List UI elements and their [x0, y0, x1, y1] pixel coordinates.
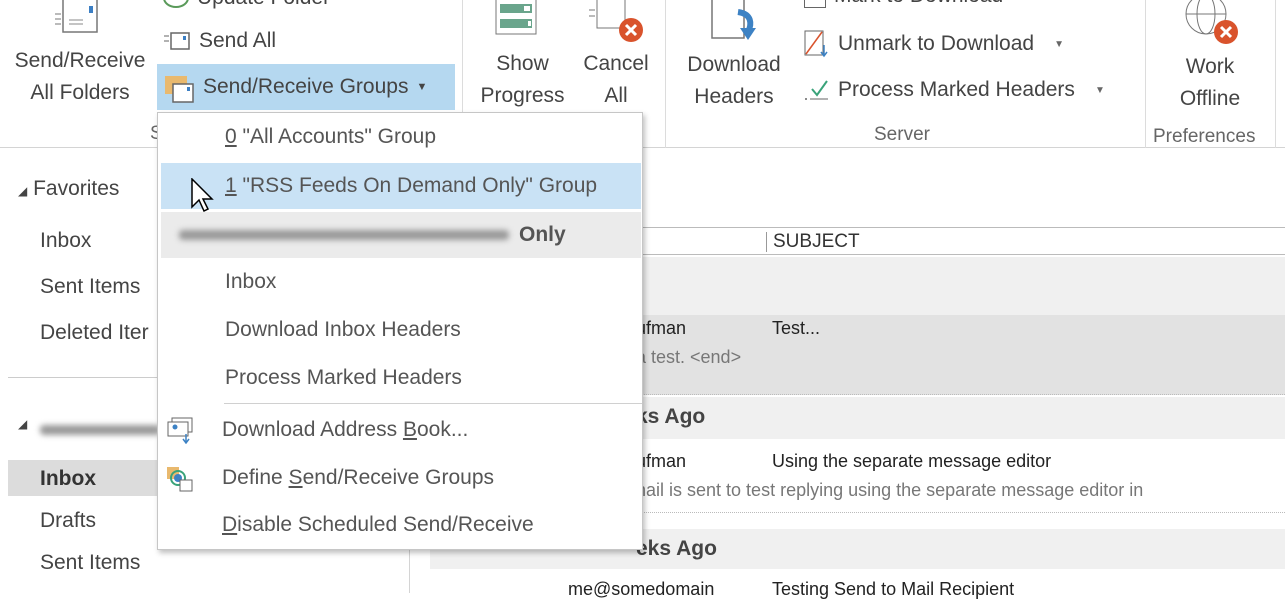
address-book-icon	[167, 417, 193, 444]
send-receive-all-label-1: Send/Receive	[14, 49, 146, 72]
message-subject: Using the separate message editor	[772, 451, 1052, 471]
message-preview: a test. <end>	[636, 347, 742, 367]
send-receive-groups-icon	[165, 76, 194, 103]
menu-item-process-marked-headers[interactable]: Process Marked Headers	[158, 355, 642, 401]
subject-column-header[interactable]: SUBJECT	[773, 231, 860, 253]
dropdown-arrow-icon: ▼	[1094, 84, 1105, 96]
work-offline-label-1: Work	[1185, 55, 1235, 78]
show-progress-label-1: Show	[496, 52, 549, 75]
cancel-all-icon	[589, 0, 643, 42]
favorite-sent-items[interactable]: Sent Items	[40, 275, 140, 299]
send-receive-all-folders-button[interactable]: Send/Receive All Folders	[5, 0, 155, 112]
group-header-label: eks Ago	[636, 537, 717, 560]
update-folder-button[interactable]: Update Folder	[163, 0, 330, 10]
account-drafts[interactable]: Drafts	[40, 509, 96, 533]
favorite-inbox[interactable]: Inbox	[40, 229, 91, 253]
work-offline-label-2: Offline	[1179, 87, 1241, 110]
send-all-icon	[164, 32, 190, 50]
show-progress-label-2: Progress	[480, 84, 565, 107]
account-inbox[interactable]: Inbox	[40, 467, 96, 491]
mark-to-download-button[interactable]: Mark to Download	[804, 0, 1003, 8]
menu-separator	[224, 403, 642, 404]
divider	[1275, 0, 1276, 148]
cancel-all-button[interactable]: Cancel All	[575, 0, 657, 112]
message-subject: Testing Send to Mail Recipient	[772, 579, 1015, 599]
group-header-label: ks Ago	[636, 405, 706, 428]
message-sender: ufman	[636, 451, 687, 471]
dropdown-arrow-icon: ▼	[1054, 38, 1064, 50]
download-headers-label-1: Download	[687, 53, 781, 76]
menu-item-disable-scheduled-send-receive[interactable]: Disable Scheduled Send/Receive	[158, 502, 642, 548]
mouse-cursor-icon	[191, 178, 214, 213]
download-headers-icon	[711, 0, 756, 40]
account-sent-items[interactable]: Sent Items	[40, 551, 140, 575]
account-email-redacted	[179, 230, 509, 240]
menu-item-define-send-receive-groups[interactable]: Define Send/Receive Groups	[158, 455, 642, 501]
work-offline-button[interactable]: Work Offline	[1150, 0, 1270, 118]
download-headers-label-2: Headers	[694, 85, 774, 108]
server-group-label: Server	[874, 124, 930, 145]
download-headers-button[interactable]: Download Headers	[674, 0, 794, 112]
unmark-download-icon	[804, 30, 828, 58]
account-name-redacted	[40, 425, 160, 435]
show-progress-icon	[495, 0, 537, 35]
collapse-triangle-icon: ◢	[18, 184, 28, 198]
send-receive-groups-menu: 0 "All Accounts" Group 1 "RSS Feeds On D…	[157, 112, 643, 550]
send-receive-groups-button[interactable]: Send/Receive Groups ▼	[157, 64, 455, 110]
mark-download-icon	[804, 0, 826, 8]
message-sender: ufman	[636, 318, 687, 338]
define-groups-icon	[167, 467, 193, 492]
update-folder-icon	[163, 0, 189, 8]
send-receive-icon	[55, 0, 98, 33]
account-submenu-header: Only	[161, 212, 641, 258]
message-sender: me@somedomain	[568, 579, 715, 599]
show-progress-button[interactable]: Show Progress	[470, 0, 575, 112]
collapse-triangle-icon[interactable]: ◢	[18, 417, 27, 431]
work-offline-icon	[1185, 0, 1238, 44]
menu-item-rss-feeds-group[interactable]: 1 "RSS Feeds On Demand Only" Group	[161, 163, 641, 209]
preferences-group-label: Preferences	[1153, 126, 1256, 147]
send-receive-all-label-2: All Folders	[30, 81, 130, 104]
process-marked-headers-button[interactable]: Process Marked Headers ▼	[804, 74, 1105, 106]
favorites-header[interactable]: ◢ Favorites	[18, 177, 119, 201]
message-preview: nail is sent to test replying using the …	[636, 480, 1144, 500]
favorite-deleted-items[interactable]: Deleted Iter	[40, 321, 149, 345]
message-subject: Test...	[772, 318, 821, 338]
cancel-all-label-1: Cancel	[583, 52, 649, 75]
column-divider[interactable]	[766, 232, 767, 252]
divider	[1145, 0, 1146, 148]
menu-item-all-accounts-group[interactable]: 0 "All Accounts" Group	[158, 114, 642, 160]
dropdown-arrow-icon: ▼	[416, 81, 428, 93]
process-marked-icon	[805, 80, 828, 100]
menu-item-inbox[interactable]: Inbox	[158, 259, 642, 305]
menu-item-download-address-book[interactable]: Download Address Book...	[158, 407, 642, 453]
unmark-to-download-button[interactable]: Unmark to Download ▼	[804, 28, 1064, 60]
menu-item-download-inbox-headers[interactable]: Download Inbox Headers	[158, 307, 642, 353]
send-all-button[interactable]: Send All	[163, 26, 276, 56]
divider	[665, 0, 666, 148]
cancel-all-label-2: All	[604, 84, 628, 107]
